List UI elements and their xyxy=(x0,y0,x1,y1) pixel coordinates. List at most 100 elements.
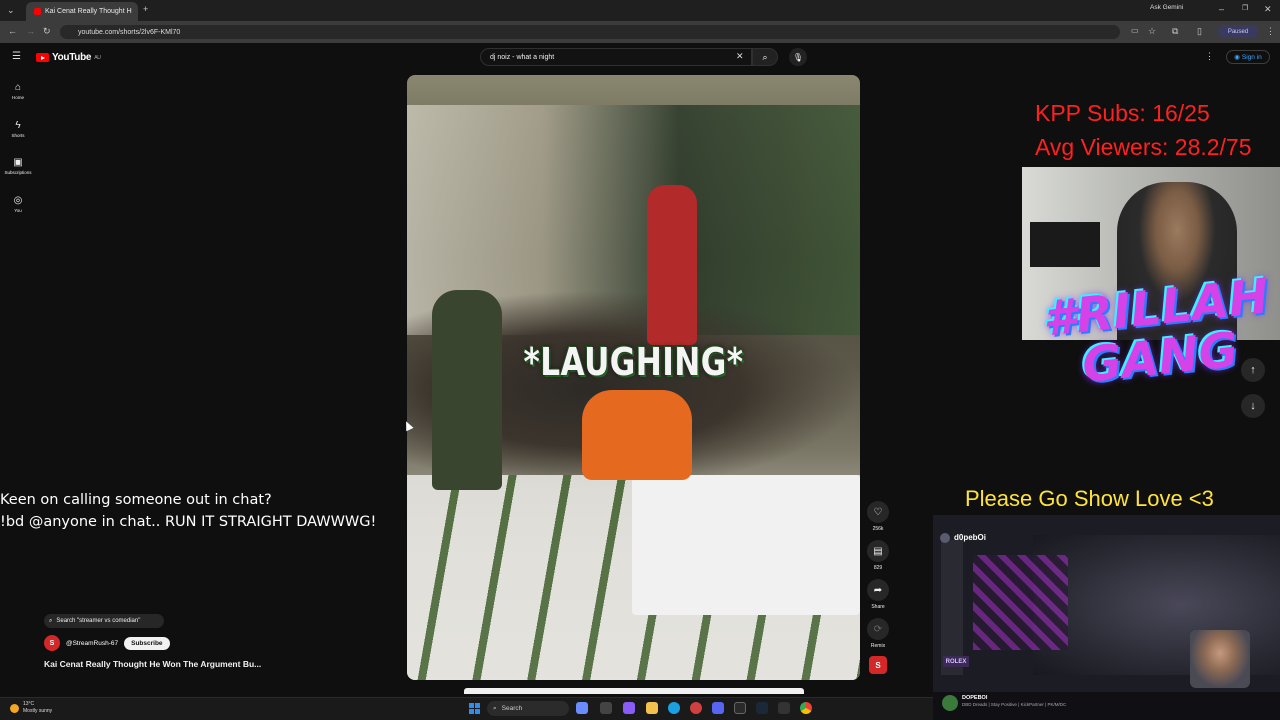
subscriptions-icon: ▣ xyxy=(13,157,23,168)
terminal-icon[interactable] xyxy=(778,702,790,714)
maximize-icon[interactable]: ❐ xyxy=(1242,5,1248,12)
remix-icon: ⟳ xyxy=(867,618,889,640)
video-person-orange xyxy=(582,390,692,480)
video-title[interactable]: Kai Cenat Really Thought He Won The Argu… xyxy=(44,659,261,669)
discord-icon[interactable] xyxy=(712,702,724,714)
search-input[interactable]: dj noiz - what a night xyxy=(480,48,752,66)
copilot-icon[interactable] xyxy=(623,702,635,714)
remix-button[interactable]: ⟳ Remix xyxy=(866,618,890,649)
like-count: 256k xyxy=(872,526,884,532)
tab-title: Kai Cenat Really Thought H xyxy=(45,8,132,15)
file-explorer-icon[interactable] xyxy=(646,702,658,714)
sign-in-label: Sign in xyxy=(1241,53,1262,61)
window-close-icon[interactable]: ✕ xyxy=(1264,5,1272,14)
forward-icon[interactable]: → xyxy=(26,27,35,36)
channel-row: S @StreamRush-67 Subscribe xyxy=(44,635,170,651)
share-label: Share xyxy=(871,604,885,610)
task-view-icon[interactable] xyxy=(600,702,612,714)
comments-button[interactable]: ▤ 829 xyxy=(866,540,890,571)
youtube-favicon-icon xyxy=(34,8,41,15)
new-tab-icon[interactable]: + xyxy=(143,5,148,14)
video-caption: *LAUGHING* xyxy=(523,340,744,384)
stream-game-sidebar xyxy=(941,540,963,675)
arrow-up-icon: ↑ xyxy=(1250,364,1256,376)
tab-list-icon[interactable]: ⌄ xyxy=(7,6,15,15)
shorts-icon: ϟ xyxy=(15,120,21,131)
minimize-icon[interactable]: – xyxy=(1219,5,1224,14)
youtube-play-icon xyxy=(36,53,49,62)
reload-icon[interactable]: ↻ xyxy=(43,27,51,36)
streamer-cam xyxy=(1190,630,1250,688)
next-short-button[interactable]: ↓ xyxy=(1241,394,1265,418)
sidebar-item-shorts[interactable]: ϟ Shorts xyxy=(0,120,36,138)
video-scrub-bar[interactable] xyxy=(464,688,804,694)
chrome-alt-icon[interactable] xyxy=(690,702,702,714)
callout-line-1: Keen on calling someone out in chat? xyxy=(0,492,272,508)
sidebar-item-label: Home xyxy=(11,95,24,100)
obs-icon[interactable] xyxy=(734,702,746,714)
youtube-logo-text: YouTube xyxy=(52,52,92,63)
stream-bar-name: DOPEBOI xyxy=(962,695,988,701)
weather-temp: 13°C xyxy=(23,701,35,707)
sidebar-icon[interactable]: ▯ xyxy=(1197,27,1202,36)
browser-tab-bar xyxy=(0,0,1280,21)
sidebar-item-you[interactable]: ◎ You xyxy=(0,195,36,213)
sidebar-item-home[interactable]: ⌂ Home xyxy=(0,82,36,100)
sidebar-item-label: Subscriptions xyxy=(4,170,32,175)
windows-start-icon[interactable] xyxy=(469,703,480,714)
share-icon: ➦ xyxy=(867,579,889,601)
like-button[interactable]: ♡ 256k xyxy=(866,501,890,532)
profile-paused-button[interactable]: Paused xyxy=(1218,25,1258,38)
windows-taskbar xyxy=(0,697,933,720)
back-icon[interactable]: ← xyxy=(8,27,17,36)
stream-bar-subtitle: DBD Dreads | Stay Positive | KickPartner… xyxy=(962,702,1067,707)
search-icon: ⌕ xyxy=(762,51,768,62)
related-search-pill[interactable]: ⌕ Search "streamer vs comedian" xyxy=(44,614,164,628)
webcam-monitor xyxy=(1030,222,1100,267)
rillah-gang-logo: #RILLAH GANG xyxy=(1040,268,1272,394)
hamburger-menu-icon[interactable]: ☰ xyxy=(12,51,21,62)
sign-in-button[interactable]: ◉ Sign in xyxy=(1226,50,1270,64)
video-person-red xyxy=(647,185,697,345)
youtube-logo[interactable]: YouTube AU xyxy=(36,52,101,63)
arrow-down-icon: ↓ xyxy=(1250,400,1256,412)
stream-bar-avatar xyxy=(942,695,958,711)
extensions-icon[interactable]: ⧉ xyxy=(1172,27,1178,36)
taskbar-app-icon[interactable] xyxy=(576,702,588,714)
search-button[interactable]: ⌕ xyxy=(752,48,778,66)
remix-label: Remix xyxy=(870,643,886,649)
like-icon: ♡ xyxy=(867,501,889,523)
steam-icon[interactable] xyxy=(756,702,768,714)
sun-icon xyxy=(10,703,19,713)
comment-icon: ▤ xyxy=(867,540,889,562)
chrome-icon[interactable] xyxy=(800,702,812,714)
channel-name[interactable]: @StreamRush-67 xyxy=(66,640,118,647)
sidebar-item-subscriptions[interactable]: ▣ Subscriptions xyxy=(0,157,36,175)
search-icon: ⌕ xyxy=(49,617,53,624)
edge-icon[interactable] xyxy=(668,702,680,714)
previous-short-button[interactable]: ↑ xyxy=(1241,358,1265,382)
browser-tab[interactable]: Kai Cenat Really Thought H 🔊 ✕ xyxy=(26,2,138,21)
kpp-subs-overlay: KPP Subs: 16/25 xyxy=(1035,100,1210,126)
sidebar-item-label: You xyxy=(14,208,22,213)
search-icon: ⌕ xyxy=(493,704,497,712)
clear-search-icon[interactable]: ✕ xyxy=(736,51,744,62)
channel-avatar[interactable]: S xyxy=(44,635,60,651)
browser-menu-icon[interactable]: ⋮ xyxy=(1266,27,1275,36)
ask-gemini-button[interactable]: Ask Gemini xyxy=(1150,4,1183,11)
video-person-camo xyxy=(432,290,502,490)
weather-widget[interactable]: 13°C Mostly sunny xyxy=(10,701,52,715)
related-search-label: Search "streamer vs comedian" xyxy=(56,618,141,624)
taskbar-search[interactable]: ⌕ Search xyxy=(487,701,569,716)
cast-icon[interactable]: ▭ xyxy=(1131,27,1139,35)
subscribe-button[interactable]: Subscribe xyxy=(124,636,170,650)
share-button[interactable]: ➦ Share xyxy=(866,579,890,610)
url-field[interactable]: youtube.com/shorts/2lv6F-KMl70 xyxy=(60,25,1120,39)
show-love-overlay: Please Go Show Love <3 xyxy=(965,486,1214,511)
channel-thumbnail-icon[interactable]: S xyxy=(869,656,887,674)
home-icon: ⌂ xyxy=(14,82,22,93)
voice-search-button[interactable]: 🎙 xyxy=(789,48,807,66)
settings-menu-icon[interactable]: ⋮ xyxy=(1205,51,1214,62)
account-icon: ◉ xyxy=(1234,54,1240,61)
bookmark-star-icon[interactable]: ☆ xyxy=(1148,27,1156,36)
